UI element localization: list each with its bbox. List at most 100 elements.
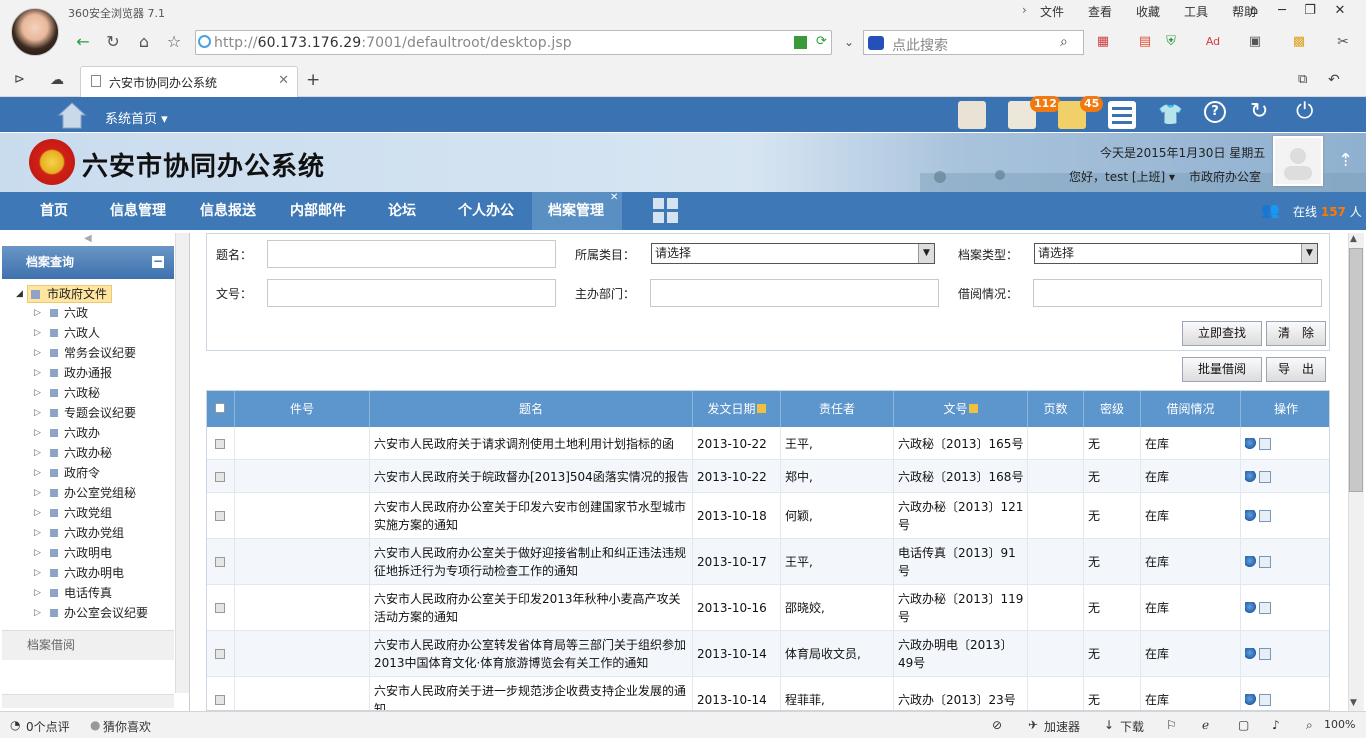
title-input[interactable] [267,240,556,268]
table-row[interactable]: 六安市人民政府办公室转发省体育局等三部门关于组织参加2013中国体育文化·体育旅… [207,631,1329,677]
tree-item[interactable]: 专题会议纪要 [34,405,136,421]
maximize-button[interactable]: ❐ [1298,2,1322,20]
search-box[interactable]: 点此搜索 ⌕ [863,30,1084,55]
skin-icon[interactable]: ⌂ [1242,2,1266,20]
home-icon[interactable]: ⌂ [133,31,155,53]
collapse-header-icon[interactable]: ⇡ [1338,150,1353,171]
user-photo[interactable] [1273,136,1323,186]
tree-item[interactable]: 电话传真 [34,585,112,601]
cell-title[interactable]: 六安市人民政府关于皖政督办[2013]504函落实情况的报告 [370,460,693,493]
guess-you-like[interactable]: 猜你喜欢 [103,718,151,735]
col-header-pages[interactable]: 页数 [1028,391,1084,427]
screenshot-icon[interactable]: ▣ [1244,31,1266,53]
nav-forum[interactable]: 论坛 [380,192,424,230]
table-row[interactable]: 六安市人民政府关于请求调剂使用土地利用计划指标的函 2013-10-22 王平, 六政… [207,427,1329,460]
ie-icon[interactable]: ℯ [1202,718,1209,732]
zoom-level[interactable]: 100% [1324,718,1355,731]
search-button[interactable]: 立即查找 [1182,321,1262,346]
detail-list-icon[interactable] [1259,556,1271,568]
cell-title[interactable]: 六安市人民政府办公室关于印发2013年秋种小麦高产攻关活动方案的通知 [370,585,693,631]
row-checkbox[interactable] [215,603,225,613]
minimize-button[interactable]: ─ [1270,2,1294,20]
menu-file[interactable]: 文件 [1040,3,1064,20]
menu-view[interactable]: 查看 [1088,3,1112,20]
detail-list-icon[interactable] [1259,602,1271,614]
detail-list-icon[interactable] [1259,510,1271,522]
table-row[interactable]: 六安市人民政府关于进一步规范涉企收费支持企业发展的通知 2013-10-14 程菲菲… [207,677,1329,710]
nav-info-management[interactable]: 信息管理 [106,192,170,230]
address-bar[interactable]: http://60.173.176.29:7001/defaultroot/de… [195,30,832,55]
url-dropdown-icon[interactable]: ⌄ [838,31,860,53]
view-magnifier-icon[interactable] [1245,510,1257,522]
favorite-star-icon[interactable]: ☆ [163,31,185,53]
tree-item[interactable]: 六政 [34,305,88,321]
archive-type-select[interactable]: 请选择 ▼ [1034,243,1318,264]
flag-icon[interactable]: ⚐ [1166,718,1177,732]
refresh-app-icon[interactable]: ↻ [1250,99,1268,124]
select-all-checkbox[interactable] [215,403,225,413]
sidebar-collapse-icon[interactable]: ◀ [84,233,92,244]
shield-icon[interactable]: ⛨ [1160,31,1182,53]
list-icon[interactable] [1108,101,1136,129]
tshirt-skin-icon[interactable]: 👕 [1158,102,1183,126]
col-header-borrow[interactable]: 借阅情况 [1141,391,1241,427]
download-icon[interactable]: ↓ [1104,718,1114,732]
col-header-number[interactable]: 件号 [235,391,370,427]
clear-button[interactable]: 清 除 [1266,321,1326,346]
tree-expanded-icon[interactable]: ◢ [16,289,23,299]
nav-internal-mail[interactable]: 内部邮件 [286,192,350,230]
cell-title[interactable]: 六安市人民政府关于请求调剂使用土地利用计划指标的函 [370,427,693,460]
volume-icon[interactable]: ♪ [1272,718,1280,732]
cell-title[interactable]: 六安市人民政府关于进一步规范涉企收费支持企业发展的通知 [370,677,693,710]
house-icon[interactable] [57,101,87,129]
category-select[interactable]: 请选择 ▼ [651,243,935,264]
user-avatar[interactable] [11,8,59,56]
menu-expand-icon[interactable]: › [1022,3,1027,17]
power-icon[interactable]: ⏻ [1296,99,1313,124]
window-icon[interactable]: ▢ [1238,718,1249,732]
nav-archive-management[interactable]: 档案管理 [544,192,608,230]
tree-item[interactable]: 办公室党组秘 [34,485,136,501]
table-row[interactable]: 六安市人民政府办公室关于印发2013年秋种小麦高产攻关活动方案的通知 2013-1… [207,585,1329,631]
download-label[interactable]: 下载 [1120,718,1144,735]
col-header-title[interactable]: 题名 [370,391,693,427]
detail-list-icon[interactable] [1259,648,1271,660]
export-button[interactable]: 导 出 [1266,357,1326,382]
collapse-minus-icon[interactable]: − [152,255,164,268]
scroll-up-icon[interactable]: ▲ [1350,234,1357,244]
row-checkbox[interactable] [215,557,225,567]
tree-item[interactable]: 办公室会议纪要 [34,605,148,621]
nav-close-icon[interactable]: ✕ [610,192,618,203]
calendar-icon[interactable]: ▤ [1134,31,1156,53]
view-magnifier-icon[interactable] [1245,470,1257,483]
table-row[interactable]: 六安市人民政府关于皖政督办[2013]504函落实情况的报告 2013-10-22… [207,460,1329,493]
scroll-down-icon[interactable]: ▼ [1350,698,1357,708]
sidebar-scrollbar[interactable] [175,233,189,693]
tree-item[interactable]: 六政办秘 [34,445,112,461]
row-checkbox[interactable] [215,471,225,482]
new-tab-button[interactable]: + [306,70,320,90]
tree-item[interactable]: 六政明电 [34,545,112,561]
translate-icon[interactable]: ▩ [1288,31,1310,53]
batch-borrow-button[interactable]: 批量借阅 [1182,357,1262,382]
network-icon[interactable]: ⊘ [992,718,1002,732]
cell-title[interactable]: 六安市人民政府办公室关于印发六安市创建国家节水型城市实施方案的通知 [370,493,693,539]
notepad-icon[interactable] [958,101,986,129]
sidebar-borrow-section[interactable]: 档案借阅 [2,630,174,660]
nav-grid-icon[interactable] [653,198,679,227]
tree-item[interactable]: 政府令 [34,465,100,481]
restore-tabs-icon[interactable]: ⧉ [1298,72,1307,87]
view-magnifier-icon[interactable] [1245,556,1257,568]
nav-home[interactable]: 首页 [30,192,78,230]
apps-grid-icon[interactable]: ▦ [1092,31,1114,53]
sidebar-hscrollbar[interactable] [2,694,174,708]
tree-item[interactable]: 六政秘 [34,385,100,401]
cloud-icon[interactable]: ☁ [50,72,64,88]
scissors-icon[interactable]: ✂ [1332,31,1354,53]
tree-item[interactable]: 政办通报 [34,365,112,381]
main-scroll-thumb[interactable] [1349,248,1363,492]
view-magnifier-icon[interactable] [1245,694,1257,706]
col-header-date[interactable]: 发文日期 [693,391,781,427]
tab-close-icon[interactable]: ✕ [278,73,289,88]
col-header-secret[interactable]: 密级 [1084,391,1141,427]
